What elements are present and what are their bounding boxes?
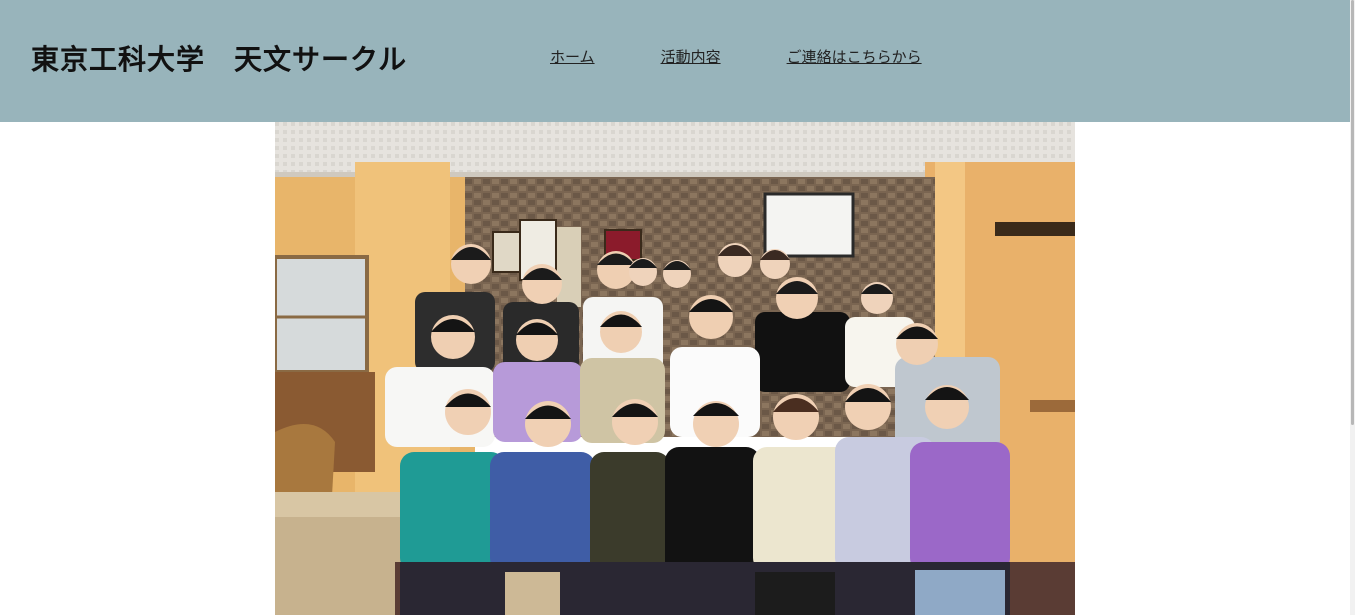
group-photo-illustration bbox=[275, 122, 1075, 615]
group-photo bbox=[275, 122, 1075, 615]
site-title: 東京工科大学 天文サークル bbox=[31, 43, 408, 76]
site-header: 東京工科大学 天文サークル ホーム 活動内容 ご連絡はこちらから bbox=[0, 0, 1350, 122]
nav-link-home[interactable]: ホーム bbox=[550, 46, 595, 67]
nav-link-contact[interactable]: ご連絡はこちらから bbox=[787, 46, 922, 67]
main-nav: ホーム 活動内容 ご連絡はこちらから bbox=[550, 46, 922, 67]
nav-link-activities[interactable]: 活動内容 bbox=[661, 46, 721, 67]
scrollbar-thumb[interactable] bbox=[1351, 0, 1354, 425]
